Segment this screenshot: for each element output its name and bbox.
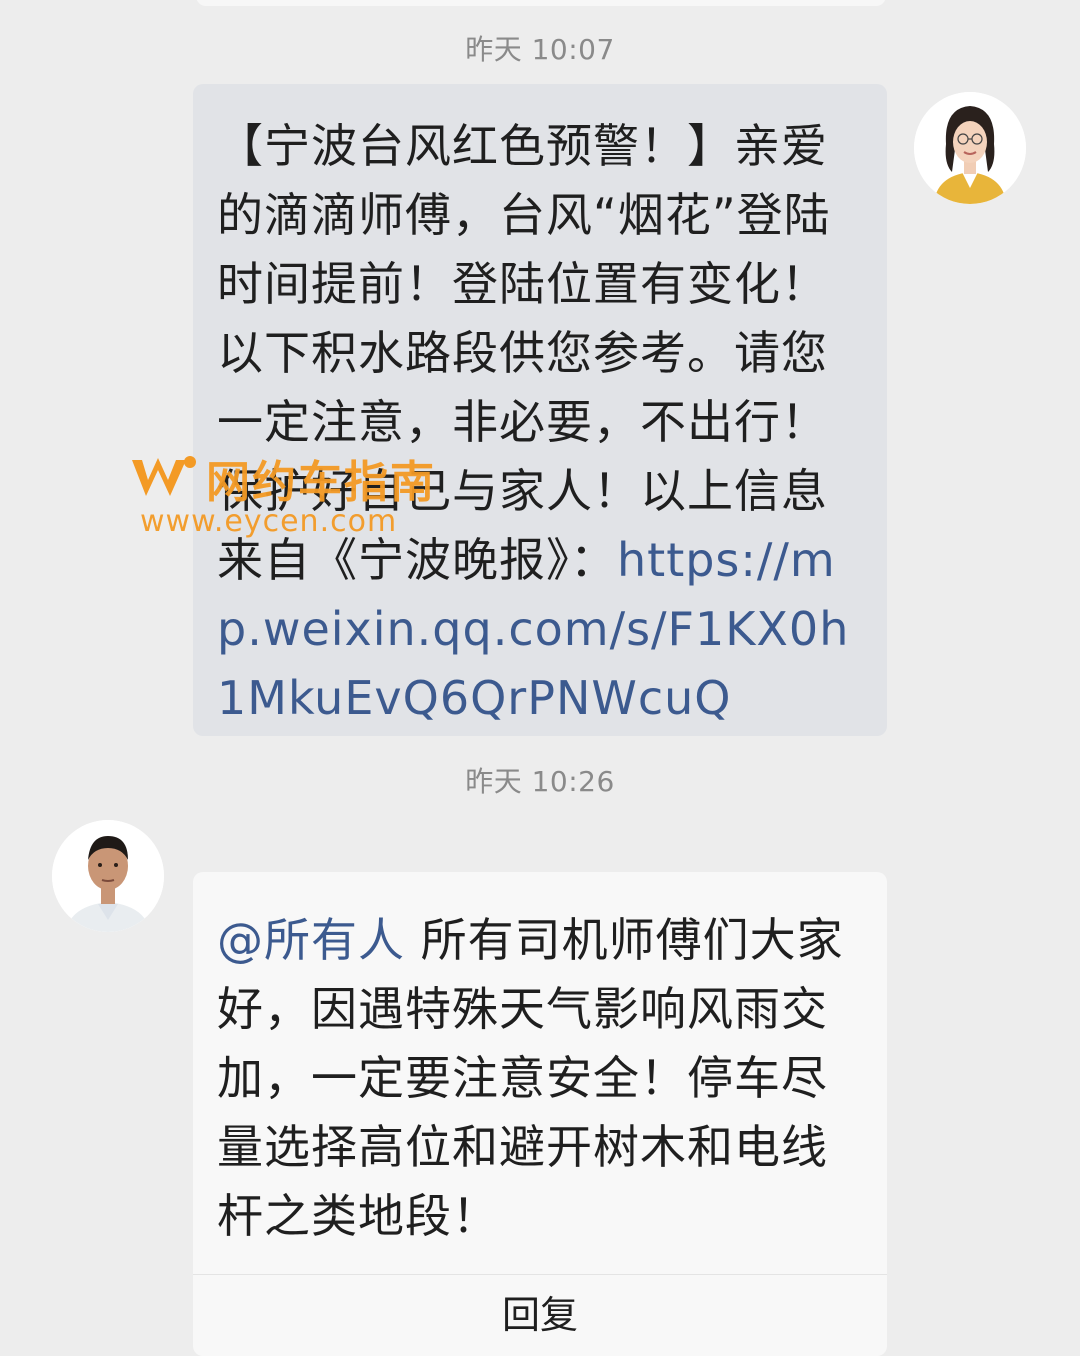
message-text-sent: 【宁波台风红色预警！】亲爱的滴滴师傅，台风“烟花”登陆时间提前！登陆位置有变化！…: [217, 112, 861, 733]
message-bubble-received[interactable]: @所有人 所有司机师傅们大家好，因遇特殊天气影响风雨交加，一定要注意安全！停车尽…: [193, 872, 887, 1356]
avatar-man-icon[interactable]: [52, 820, 164, 932]
avatar-woman-icon[interactable]: [914, 92, 1026, 204]
mention-all[interactable]: @所有人: [217, 913, 405, 967]
previous-message-edge: [196, 0, 886, 6]
reply-button[interactable]: 回复: [193, 1274, 887, 1356]
message-text-received: @所有人 所有司机师傅们大家好，因遇特殊天气影响风雨交加，一定要注意安全！停车尽…: [217, 906, 861, 1251]
timestamp-1: 昨天 10:07: [465, 33, 615, 66]
message-body: 【宁波台风红色预警！】亲爱的滴滴师傅，台风“烟花”登陆时间提前！登陆位置有变化！…: [217, 119, 831, 587]
timestamp-2: 昨天 10:26: [465, 765, 615, 798]
w-logo-icon: [132, 456, 196, 496]
message-bubble-sent[interactable]: 【宁波台风红色预警！】亲爱的滴滴师傅，台风“烟花”登陆时间提前！登陆位置有变化！…: [193, 84, 887, 736]
